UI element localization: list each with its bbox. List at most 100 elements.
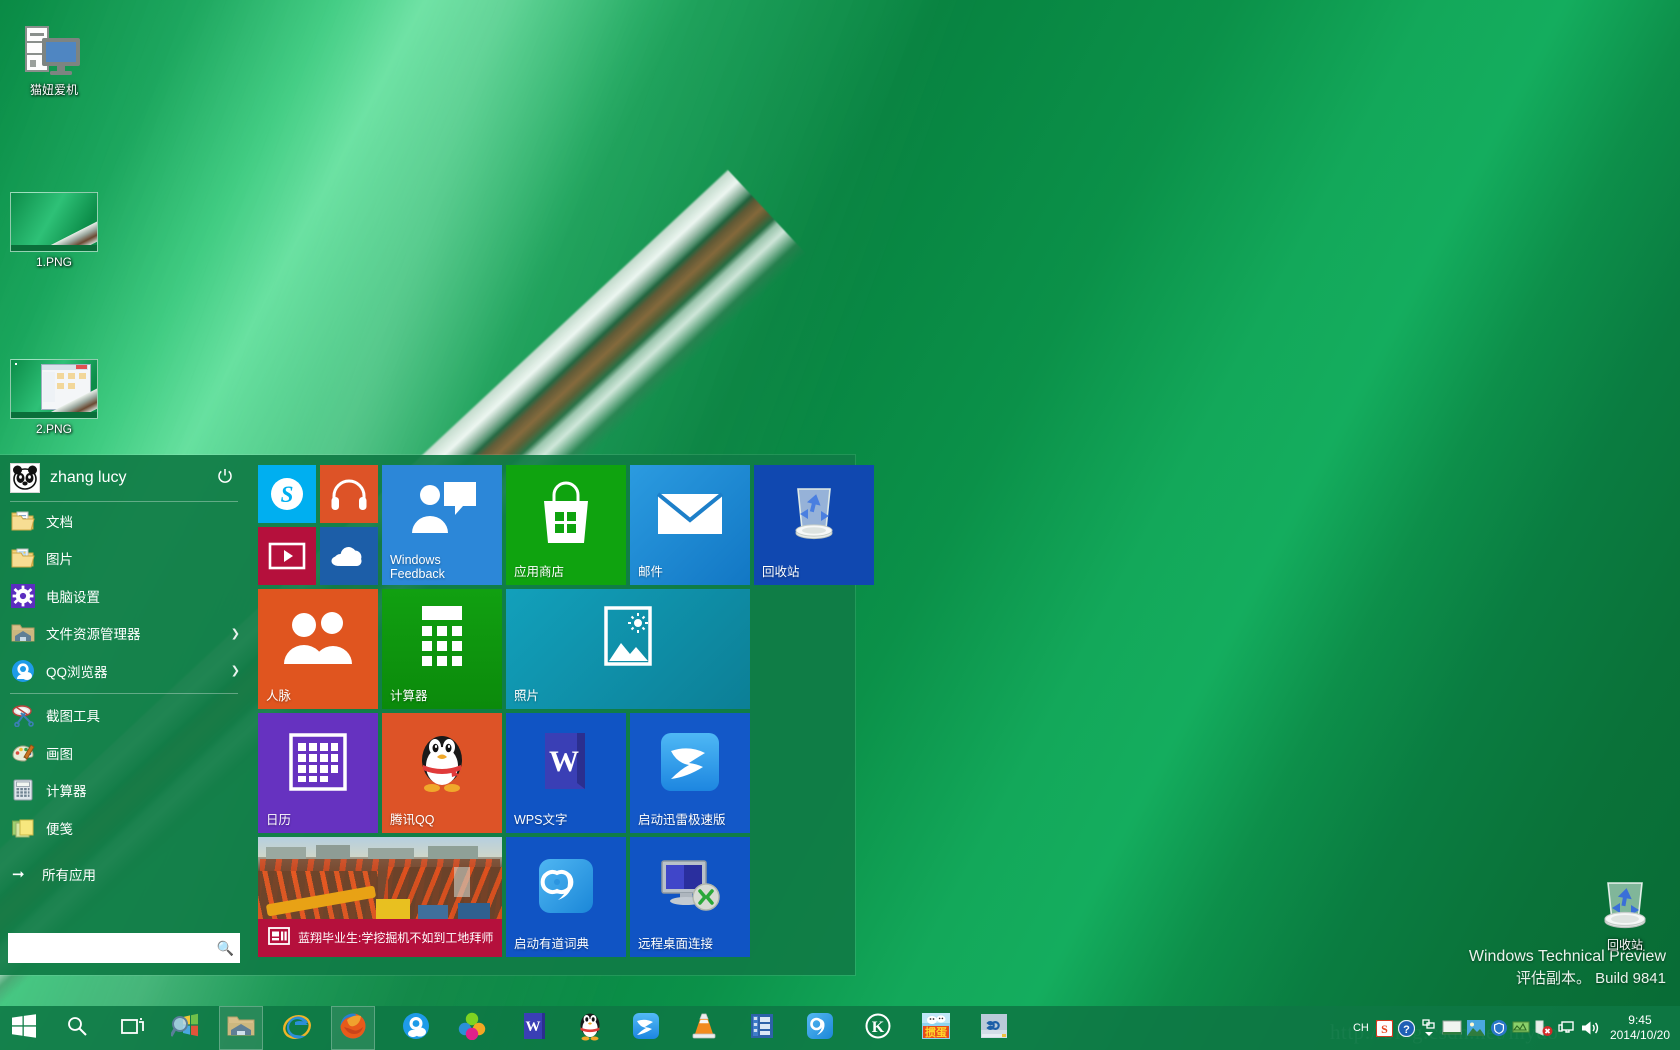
onedrive-cloud-icon [320,527,378,585]
tile-label: 启动有道词典 [514,937,589,952]
photo-icon [506,589,750,687]
search-icon[interactable]: 🔍 [217,940,234,957]
search-input[interactable] [14,936,217,960]
start-item-file-explorer[interactable]: 文件资源管理器 ❯ [0,615,248,653]
tile-recycle-bin[interactable]: 回收站 [754,465,874,585]
desktop-window-icon[interactable] [1440,1006,1464,1050]
taskbar-tencent-qq-button[interactable] [568,1006,612,1050]
help-question-icon[interactable]: ? [1396,1006,1418,1050]
tray-language-indicator[interactable]: CH [1348,1006,1374,1050]
start-user-row[interactable]: zhang lucy [0,455,248,501]
tile-people[interactable]: 人脉 [258,589,378,709]
tile-label: WPS文字 [514,813,567,828]
taskbar-file-explorer-button[interactable] [219,1006,263,1050]
start-item-pictures[interactable]: 图片 [0,540,248,578]
taskbar-clock[interactable]: 9:45 2014/10/20 [1602,1013,1680,1043]
start-item-calculator[interactable]: 计算器 [0,772,248,810]
taskbar-internet-explorer-button[interactable] [275,1006,319,1050]
taskbar-kingsoft-button[interactable]: K [856,1006,900,1050]
thunder-bird-icon [632,1012,660,1045]
screenshot-thumbnail-icon [6,357,102,419]
desktop-icon-recycle-bin[interactable]: 回收站 [1577,873,1673,952]
security-shield-icon[interactable] [1488,1006,1510,1050]
search-box[interactable]: 🔍 [8,933,240,963]
taskbar-wps-writer-button[interactable]: W [512,1006,556,1050]
tile-mail[interactable]: 邮件 [630,465,750,585]
calculator-icon [10,777,36,803]
taskbar-thunder-button[interactable] [624,1006,668,1050]
tile-music[interactable] [320,465,378,523]
start-item-label: 图片 [46,548,240,568]
start-item-pc-settings[interactable]: 电脑设置 [0,577,248,615]
start-item-documents[interactable]: 文档 [0,502,248,540]
taskbar-firefox-button[interactable] [331,1006,375,1050]
desktop-icon-2png[interactable]: 2.PNG [6,357,102,436]
tile-video[interactable] [258,527,316,585]
taskbar-youdao-dict-button[interactable] [798,1006,842,1050]
taskbar-task-view-button[interactable] [111,1006,155,1050]
start-button[interactable] [0,1006,48,1050]
windows-logo-icon [12,1014,36,1043]
tile-tencent-qq[interactable]: 腾讯QQ [382,713,502,833]
clock-time: 9:45 [1610,1013,1670,1028]
tile-store[interactable]: 应用商店 [506,465,626,585]
tile-youdao-dict[interactable]: 启动有道词典 [506,837,626,957]
k-circle-icon: K [865,1013,891,1044]
tile-calculator[interactable]: 计算器 [382,589,502,709]
windows-watermark: Windows Technical Preview 评估副本。 Build 98… [1469,946,1666,990]
tile-label: 日历 [266,813,291,828]
taskbar-qq-browser-button[interactable] [394,1006,438,1050]
start-item-paint[interactable]: 画图 [0,734,248,772]
tile-onedrive[interactable] [320,527,378,585]
network-error-icon[interactable] [1532,1006,1556,1050]
tile-photos[interactable]: 照片 [506,589,750,709]
network-monitor-icon[interactable] [1510,1006,1532,1050]
people-icon [258,589,378,687]
start-item-label: 文件资源管理器 [46,623,231,643]
volume-icon[interactable] [1578,1006,1602,1050]
store-bag-icon [506,465,626,563]
flower-icon [458,1012,486,1045]
thunder-bird-icon [630,713,750,811]
start-item-sticky-notes[interactable]: 便笺 [0,809,248,847]
start-item-qq-browser[interactable]: QQ浏览器 ❯ [0,652,248,690]
clock-date: 2014/10/20 [1610,1028,1670,1043]
svg-text:K: K [872,1019,885,1036]
tile-calendar[interactable]: 日历 [258,713,378,833]
qq-browser-icon [10,658,36,684]
tile-skype[interactable]: S [258,465,316,523]
desktop-icon-1png[interactable]: 1.PNG [6,190,102,269]
avatar[interactable] [10,463,40,493]
taskbar-media-player-button[interactable] [740,1006,784,1050]
taskbar-vlc-button[interactable] [682,1006,726,1050]
search-icon [66,1015,88,1042]
tile-windows-feedback[interactable]: WindowsFeedback [382,465,502,585]
svg-text:?: ? [1404,1024,1411,1036]
desktop-icon-computer[interactable]: 猫妞爱机 [6,18,102,97]
taskbar-flower-app-button[interactable] [450,1006,494,1050]
news-headline: 蓝翔毕业生:学挖掘机不如到工地拜师 [298,931,499,946]
remote-connect-icon[interactable] [1556,1006,1578,1050]
start-item-snipping-tool[interactable]: 截图工具 [0,697,248,735]
taskbar-guandan-game-button[interactable]: 掼蛋 [914,1006,958,1050]
tile-thunder-express[interactable]: 启动迅雷极速版 [630,713,750,833]
taskbar-link-app-button[interactable] [972,1006,1016,1050]
power-icon[interactable] [214,468,236,489]
tile-news[interactable]: 蓝翔毕业生:学挖掘机不如到工地拜师 [258,837,502,957]
tile-wps-writer[interactable]: W WPS文字 [506,713,626,833]
taskbar-search-button[interactable] [55,1006,99,1050]
film-strip-icon [749,1012,775,1045]
sogou-input-icon[interactable]: S [1374,1006,1396,1050]
show-hidden-icons-icon[interactable] [1418,1006,1440,1050]
all-apps-button[interactable]: ➞ 所有应用 [0,857,248,891]
windows-flag-magnifier-icon [171,1013,199,1044]
remote-desktop-icon [630,837,750,935]
tile-remote-desktop[interactable]: 远程桌面连接 [630,837,750,957]
snipping-tool-icon [10,702,36,728]
youdao-icon [806,1012,834,1045]
picture-app-icon[interactable] [1464,1006,1488,1050]
screenshot-thumbnail-icon [6,190,102,252]
svg-text:W: W [526,1019,541,1035]
qq-penguin-icon [577,1011,603,1046]
taskbar-windows-explorer-legacy-button[interactable] [163,1006,207,1050]
